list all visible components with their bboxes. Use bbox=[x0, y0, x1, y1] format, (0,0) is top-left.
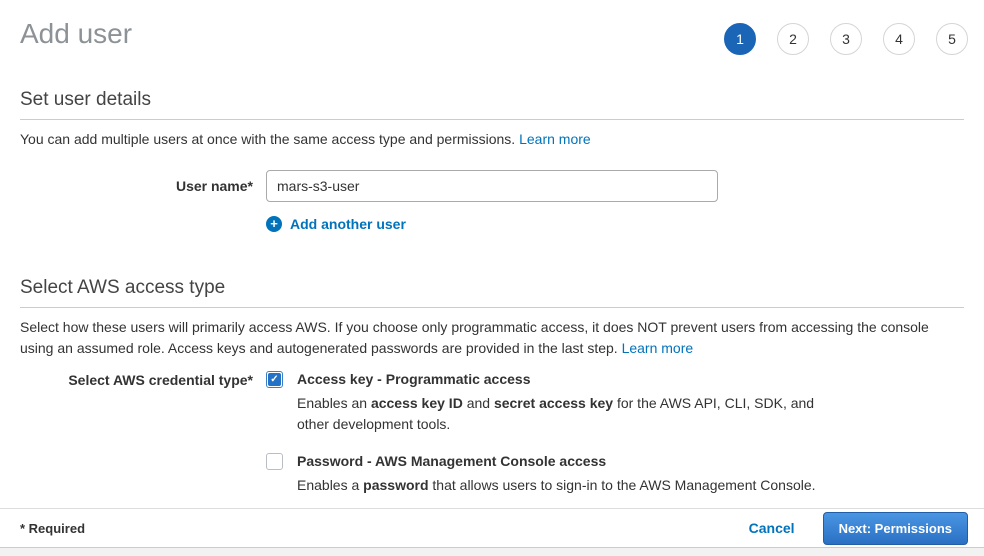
next-permissions-button[interactable]: Next: Permissions bbox=[823, 512, 968, 545]
main-content: Set user details You can add multiple us… bbox=[0, 89, 984, 496]
footer: * Required Cancel Next: Permissions bbox=[0, 508, 984, 556]
learn-more-link-user-details[interactable]: Learn more bbox=[519, 131, 591, 147]
cancel-button[interactable]: Cancel bbox=[749, 520, 795, 536]
username-row: User name* bbox=[20, 170, 964, 202]
console-access-description: Enables a password that allows users to … bbox=[297, 475, 816, 496]
option-programmatic-access: ✓ Access key - Programmatic access Enabl… bbox=[266, 371, 964, 435]
add-user-page: Add user 1 2 3 4 5 Set user details You … bbox=[0, 0, 984, 556]
programmatic-access-text: Access key - Programmatic access Enables… bbox=[297, 371, 825, 435]
programmatic-access-description: Enables an access key ID and secret acce… bbox=[297, 393, 825, 435]
user-details-heading: Set user details bbox=[20, 89, 964, 120]
access-type-intro-text: Select how these users will primarily ac… bbox=[20, 319, 929, 356]
step-1[interactable]: 1 bbox=[724, 23, 756, 55]
username-field-col bbox=[266, 170, 964, 202]
bottom-strip bbox=[0, 548, 984, 556]
console-access-title: Password - AWS Management Console access bbox=[297, 453, 816, 470]
page-title: Add user bbox=[20, 16, 132, 52]
footer-bar: * Required Cancel Next: Permissions bbox=[0, 508, 984, 548]
required-note: * Required bbox=[20, 521, 85, 536]
credential-type-label: Select AWS credential type* bbox=[20, 371, 253, 496]
programmatic-access-title: Access key - Programmatic access bbox=[297, 371, 825, 388]
access-type-intro: Select how these users will primarily ac… bbox=[20, 317, 964, 359]
credential-type-row: Select AWS credential type* ✓ Access key… bbox=[20, 371, 964, 496]
username-label: User name* bbox=[20, 170, 253, 202]
user-details-intro: You can add multiple users at once with … bbox=[20, 129, 964, 150]
section-access-type: Select AWS access type Select how these … bbox=[20, 277, 964, 496]
step-2[interactable]: 2 bbox=[777, 23, 809, 55]
step-5[interactable]: 5 bbox=[936, 23, 968, 55]
credential-options: ✓ Access key - Programmatic access Enabl… bbox=[266, 371, 964, 496]
checkmark-icon: ✓ bbox=[268, 373, 281, 386]
console-access-text: Password - AWS Management Console access… bbox=[297, 453, 816, 496]
user-details-intro-text: You can add multiple users at once with … bbox=[20, 131, 519, 147]
username-input[interactable] bbox=[266, 170, 718, 202]
access-type-heading: Select AWS access type bbox=[20, 277, 964, 308]
section-user-details: Set user details You can add multiple us… bbox=[20, 89, 964, 233]
programmatic-access-checkbox[interactable]: ✓ bbox=[266, 371, 283, 388]
step-4[interactable]: 4 bbox=[883, 23, 915, 55]
option-console-access: ✓ Password - AWS Management Console acce… bbox=[266, 453, 964, 496]
learn-more-link-access-type[interactable]: Learn more bbox=[622, 340, 694, 356]
step-3[interactable]: 3 bbox=[830, 23, 862, 55]
plus-circle-icon: + bbox=[266, 216, 282, 232]
page-header: Add user 1 2 3 4 5 bbox=[0, 0, 984, 55]
add-another-user-label: Add another user bbox=[290, 216, 406, 232]
console-access-checkbox[interactable]: ✓ bbox=[266, 453, 283, 470]
step-indicator: 1 2 3 4 5 bbox=[724, 23, 968, 55]
add-another-user-link[interactable]: + Add another user bbox=[266, 216, 406, 232]
